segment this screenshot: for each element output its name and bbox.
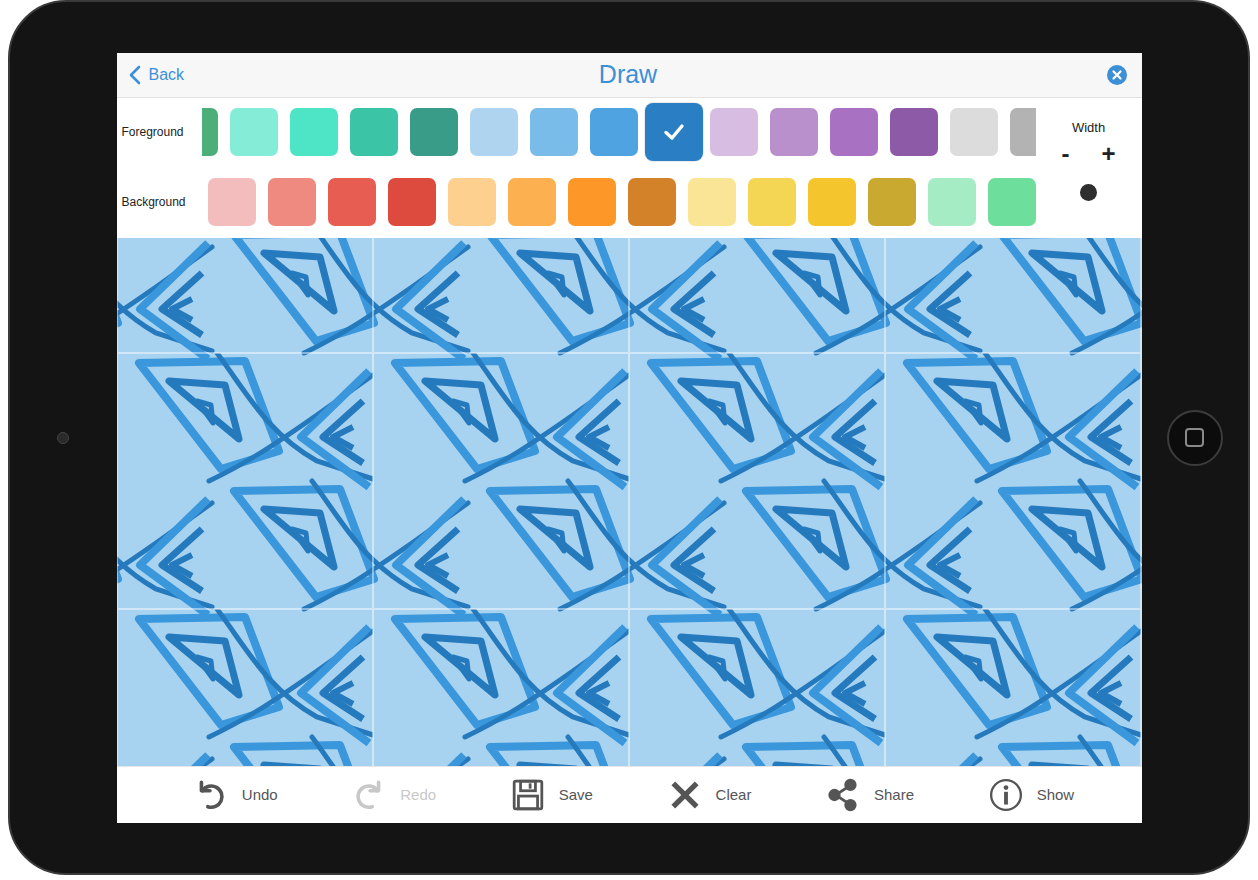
background-swatch[interactable] bbox=[268, 178, 316, 226]
background-label: Background bbox=[117, 167, 202, 238]
clear-button[interactable]: Clear bbox=[662, 774, 758, 816]
foreground-swatch[interactable] bbox=[202, 108, 218, 156]
foreground-swatch[interactable] bbox=[230, 108, 278, 156]
clear-icon bbox=[668, 778, 702, 812]
tablet-frame: Back Draw Foreground Width- + Background Undo R… bbox=[8, 0, 1250, 875]
foreground-label: Foreground bbox=[117, 98, 202, 167]
foreground-swatch[interactable] bbox=[950, 108, 998, 156]
show-icon bbox=[989, 778, 1023, 812]
background-swatch[interactable] bbox=[388, 178, 436, 226]
close-icon bbox=[1106, 64, 1128, 86]
foreground-swatch[interactable] bbox=[410, 108, 458, 156]
background-strip[interactable] bbox=[202, 167, 1036, 238]
tool-label: Undo bbox=[242, 786, 278, 803]
back-button[interactable]: Back bbox=[129, 65, 185, 85]
bottom-toolbar: Undo Redo Save Clear Share Show bbox=[117, 766, 1142, 823]
width-preview-dot bbox=[1080, 184, 1097, 201]
width-label: Width bbox=[1072, 120, 1105, 135]
foreground-swatch[interactable] bbox=[890, 108, 938, 156]
background-swatch[interactable] bbox=[748, 178, 796, 226]
nav-bar: Back Draw bbox=[117, 53, 1142, 98]
left-bezel bbox=[10, 2, 117, 873]
foreground-swatch[interactable] bbox=[770, 108, 818, 156]
check-icon bbox=[662, 120, 686, 144]
camera-icon bbox=[57, 432, 69, 444]
background-swatch[interactable] bbox=[808, 178, 856, 226]
foreground-swatch[interactable] bbox=[710, 108, 758, 156]
foreground-strip[interactable] bbox=[202, 98, 1036, 167]
tool-label: Save bbox=[559, 786, 593, 803]
background-swatch[interactable] bbox=[868, 178, 916, 226]
background-swatch[interactable] bbox=[568, 178, 616, 226]
background-swatch[interactable] bbox=[928, 178, 976, 226]
foreground-swatch[interactable] bbox=[590, 108, 638, 156]
foreground-swatch[interactable] bbox=[350, 108, 398, 156]
chevron-left-icon bbox=[129, 65, 141, 85]
background-swatch[interactable] bbox=[208, 178, 256, 226]
background-swatch[interactable] bbox=[448, 178, 496, 226]
share-icon bbox=[826, 778, 860, 812]
background-swatch[interactable] bbox=[688, 178, 736, 226]
foreground-swatch[interactable] bbox=[290, 108, 338, 156]
home-square-icon bbox=[1185, 428, 1204, 447]
tool-label: Clear bbox=[716, 786, 752, 803]
foreground-swatch[interactable] bbox=[470, 108, 518, 156]
redo-icon bbox=[352, 778, 386, 812]
background-swatch[interactable] bbox=[508, 178, 556, 226]
app-screen: Back Draw Foreground Width- + Background Undo R… bbox=[117, 53, 1142, 823]
background-swatch[interactable] bbox=[328, 178, 376, 226]
width-panel: Width- + bbox=[1036, 98, 1142, 238]
foreground-swatch[interactable] bbox=[645, 103, 703, 161]
back-label: Back bbox=[149, 66, 185, 84]
title: Draw bbox=[599, 60, 657, 89]
share-button[interactable]: Share bbox=[820, 774, 920, 816]
home-button[interactable] bbox=[1167, 410, 1223, 466]
close-button[interactable] bbox=[1106, 64, 1128, 86]
foreground-swatch[interactable] bbox=[1010, 108, 1036, 156]
foreground-swatch[interactable] bbox=[830, 108, 878, 156]
show-button[interactable]: Show bbox=[983, 774, 1081, 816]
redo-button[interactable]: Redo bbox=[346, 774, 442, 816]
palette: Foreground Width- + Background bbox=[117, 98, 1142, 238]
page: Back Draw Foreground Width- + Background Undo R… bbox=[0, 0, 1258, 880]
save-button[interactable]: Save bbox=[505, 774, 599, 816]
foreground-swatch[interactable] bbox=[530, 108, 578, 156]
undo-button[interactable]: Undo bbox=[188, 774, 284, 816]
background-swatch[interactable] bbox=[628, 178, 676, 226]
right-bezel bbox=[1142, 2, 1249, 873]
tool-label: Redo bbox=[400, 786, 436, 803]
width-increase-button[interactable]: + bbox=[1099, 141, 1117, 167]
pattern-drawing[interactable] bbox=[117, 238, 1142, 766]
save-icon bbox=[511, 778, 545, 812]
undo-icon bbox=[194, 778, 228, 812]
drawing-canvas[interactable] bbox=[117, 238, 1142, 766]
width-decrease-button[interactable]: - bbox=[1059, 141, 1071, 167]
background-swatch[interactable] bbox=[988, 178, 1036, 226]
tool-label: Share bbox=[874, 786, 914, 803]
tool-label: Show bbox=[1037, 786, 1075, 803]
